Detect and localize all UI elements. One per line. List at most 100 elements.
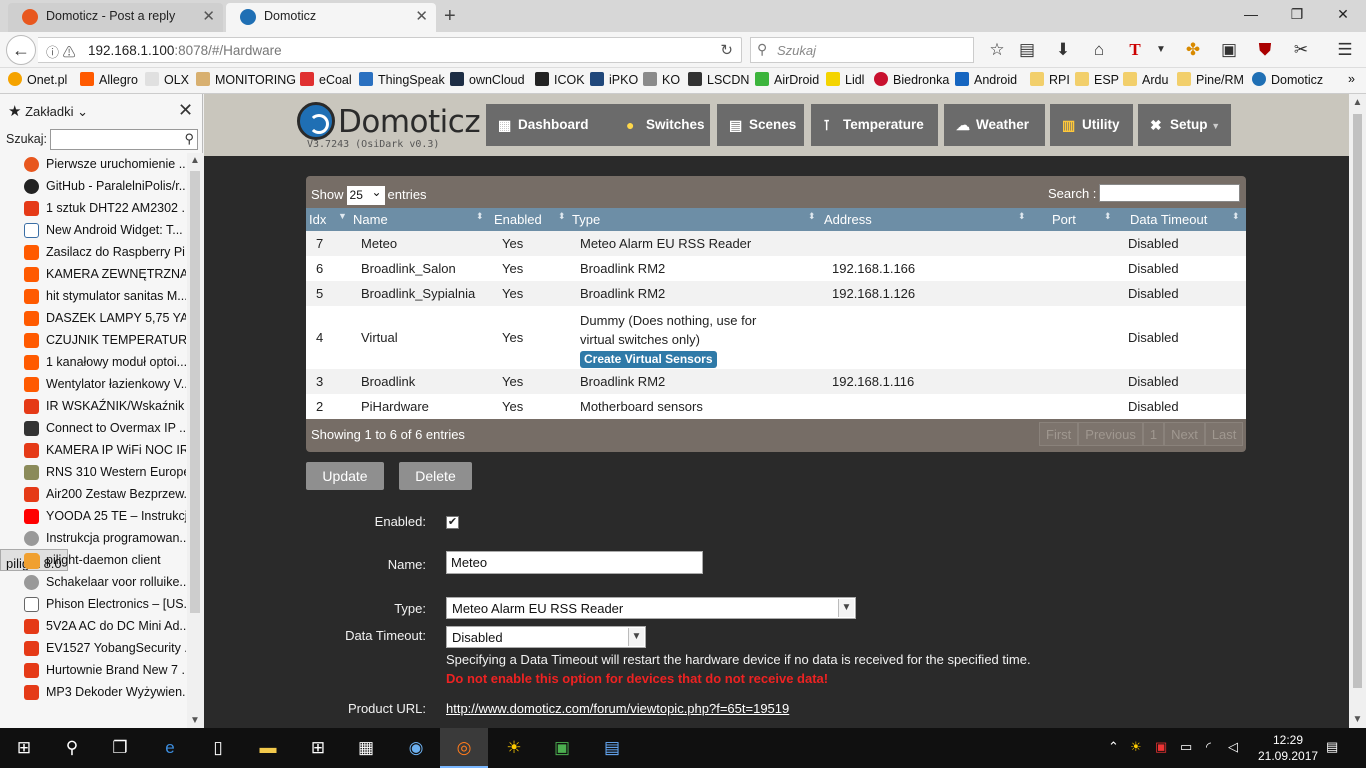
tab-domoticz[interactable]: Domoticz ✕ (226, 3, 436, 32)
bookmark-owncloud[interactable]: ownCloud (450, 72, 525, 87)
sidebar-item[interactable]: DASZEK LAMPY 5,75 YA... (0, 307, 186, 329)
bookmark-monitoring[interactable]: MONITORING (196, 72, 296, 87)
pager-first[interactable]: First (1039, 422, 1079, 446)
sidebar-item[interactable]: pilight-daemon client (0, 549, 186, 571)
wifi-icon[interactable]: ◜ (1206, 739, 1211, 755)
sidebar-item[interactable]: Hurtownie Brand New 7 ... (0, 659, 186, 681)
page-scrollbar[interactable]: ▲ ▼ (1349, 94, 1366, 728)
sidebar-search-input[interactable]: ⚲ (50, 129, 198, 150)
bookmark-icok[interactable]: ICOK (535, 72, 585, 87)
bookmark-onet[interactable]: Onet.pl (8, 72, 67, 87)
network-app-icon[interactable]: ▤ (600, 736, 624, 760)
column-header-idx[interactable]: Idx (309, 212, 326, 227)
page-length-select[interactable]: 25 (346, 183, 385, 205)
pager-previous[interactable]: Previous (1078, 422, 1143, 446)
tools-icon[interactable]: ✂ (1288, 38, 1314, 62)
sidebar-item[interactable]: hit stymulator sanitas M... (0, 285, 186, 307)
sun-tray-icon[interactable]: ☀ (1130, 739, 1142, 755)
tray-expand-icon[interactable]: ⌃ (1108, 739, 1119, 755)
sort-icon[interactable]: ⬍ (1232, 211, 1240, 222)
sidebar-item[interactable]: Pierwsze uruchomienie ... (0, 153, 186, 175)
menu-dashboard[interactable]: ▦ Dashboard (486, 104, 614, 146)
table-row[interactable]: 7 Meteo Yes Meteo Alarm EU RSS Reader Di… (306, 231, 1246, 256)
product-url-link[interactable]: http://www.domoticz.com/forum/viewtopic.… (446, 701, 789, 716)
notes-icon[interactable]: ▯ (206, 736, 230, 760)
sidebar-scrollbar[interactable]: ▲ ▼ (187, 153, 203, 728)
ublock-icon[interactable]: ⛊ (1252, 38, 1278, 62)
puzzle-extension-icon[interactable]: ✤ (1180, 38, 1206, 62)
sort-icon[interactable]: ⬍ (558, 211, 566, 222)
table-row[interactable]: 3 Broadlink Yes Broadlink RM2 192.168.1.… (306, 369, 1246, 394)
create-virtual-sensors-button[interactable]: Create Virtual Sensors (580, 351, 717, 368)
bookmark-esp[interactable]: ESP (1075, 72, 1119, 87)
store-icon[interactable]: ⊞ (306, 736, 330, 760)
bookmark-airdroid[interactable]: AirDroid (755, 72, 819, 87)
restore-icon[interactable]: ❐ (1274, 4, 1320, 24)
calculator-icon[interactable]: ▦ (354, 736, 378, 760)
bookmark-domoticz[interactable]: Domoticz (1252, 72, 1323, 87)
battery-icon[interactable]: ▭ (1180, 739, 1192, 755)
sidebar-item[interactable]: Wentylator łazienkowy V... (0, 373, 186, 395)
sidebar-item[interactable]: 5V2A AC do DC Mini Ad... (0, 615, 186, 637)
column-header-type[interactable]: Type (572, 212, 600, 227)
extension-dropdown-icon[interactable]: ▼ (1148, 38, 1174, 62)
column-header-data-timeout[interactable]: Data Timeout (1130, 212, 1207, 227)
sort-icon[interactable]: ⬍ (476, 211, 484, 222)
column-header-name[interactable]: Name (353, 212, 388, 227)
address-bar[interactable]: ⓘ ⚠ 192.168.1.100:8078/#/Hardware ↻ (38, 37, 742, 63)
table-row[interactable]: 5 Broadlink_Sypialnia Yes Broadlink RM2 … (306, 281, 1246, 306)
back-button[interactable]: ← (6, 35, 36, 65)
scroll-up-icon[interactable]: ▲ (1349, 97, 1366, 108)
sort-icon[interactable]: ⬍ (1104, 211, 1112, 222)
column-header-enabled[interactable]: Enabled (494, 212, 542, 227)
sidebar-item[interactable]: 1 kanałowy moduł optoi... (0, 351, 186, 373)
table-row[interactable]: 6 Broadlink_Salon Yes Broadlink RM2 192.… (306, 256, 1246, 281)
sidebar-header[interactable]: ★ Zakładki ⌄ (8, 102, 88, 120)
sidebar-item[interactable]: CZUJNIK TEMPERATUR... (0, 329, 186, 351)
bookmark-ecoal[interactable]: eCoal (300, 72, 352, 87)
file-explorer-icon[interactable]: ▬ (256, 736, 280, 760)
pager-next[interactable]: Next (1164, 422, 1205, 446)
sun-app-icon[interactable]: ☀ (502, 736, 526, 760)
bookmark-ardu[interactable]: Ardu (1123, 72, 1168, 87)
bookmark-ko[interactable]: KO (643, 72, 680, 87)
sidebar-item[interactable]: Schakelaar voor rolluike... (0, 571, 186, 593)
new-tab-button[interactable]: + (444, 3, 456, 29)
sidebar-item[interactable]: Phison Electronics – [US... (0, 593, 186, 615)
bookmark-thingspeak[interactable]: ThingSpeak (359, 72, 445, 87)
bookmark-star-icon[interactable]: ☆ (984, 38, 1010, 62)
pager-last[interactable]: Last (1204, 422, 1244, 446)
data-timeout-select[interactable]: Disabled ▼ (446, 626, 646, 648)
bookmark-pine-rm[interactable]: Pine/RM (1177, 72, 1244, 87)
menu-weather[interactable]: ☁ Weather (944, 104, 1045, 146)
menu-hamburger-icon[interactable]: ☰ (1332, 38, 1358, 62)
speaker-icon[interactable]: ◁ (1228, 739, 1238, 755)
update-button[interactable]: Update (306, 462, 384, 490)
task-view-icon[interactable]: ❐ (108, 736, 132, 760)
browser-search-input[interactable]: ⚲ Szukaj (750, 37, 974, 63)
sort-icon[interactable]: ⬍ (1018, 211, 1026, 222)
sidebar-item[interactable]: Air200 Zestaw Bezprzew... (0, 483, 186, 505)
clock[interactable]: 12:29 21.09.2017 (1258, 732, 1318, 764)
table-search-input[interactable] (1099, 184, 1240, 202)
bookmark-ipko[interactable]: iPKO (590, 72, 638, 87)
bookmark-lidl[interactable]: Lidl (826, 72, 864, 87)
reading-list-icon[interactable]: ▤ (1014, 38, 1040, 62)
close-icon[interactable]: ✕ (178, 100, 193, 121)
close-tab-icon[interactable]: ✕ (415, 3, 428, 30)
firefox-icon[interactable]: ◎ (440, 728, 488, 768)
sidebar-item[interactable]: New Android Widget: T... (0, 219, 186, 241)
scroll-down-icon[interactable]: ▼ (1349, 714, 1366, 725)
sidebar-item[interactable]: YOODA 25 TE – Instrukcj... (0, 505, 186, 527)
bookmark-rpi[interactable]: RPI (1030, 72, 1070, 87)
sidebar-item[interactable]: RNS 310 Western Europe... (0, 461, 186, 483)
sidebar-item[interactable]: MP3 Dekoder Wyżywien... (0, 681, 186, 703)
column-header-port[interactable]: Port (1052, 212, 1076, 227)
menu-switches[interactable]: ● Switches (614, 104, 710, 146)
messenger-icon[interactable]: ◉ (404, 736, 428, 760)
sidebar-item[interactable]: GitHub - ParalelniPolis/r... (0, 175, 186, 197)
table-row[interactable]: 2 PiHardware Yes Motherboard sensors Dis… (306, 394, 1246, 419)
scroll-up-icon[interactable]: ▲ (187, 155, 203, 166)
sidebar-item[interactable]: KAMERA ZEWNĘTRZNA... (0, 263, 186, 285)
sidebar-item[interactable]: Connect to Overmax IP ... (0, 417, 186, 439)
